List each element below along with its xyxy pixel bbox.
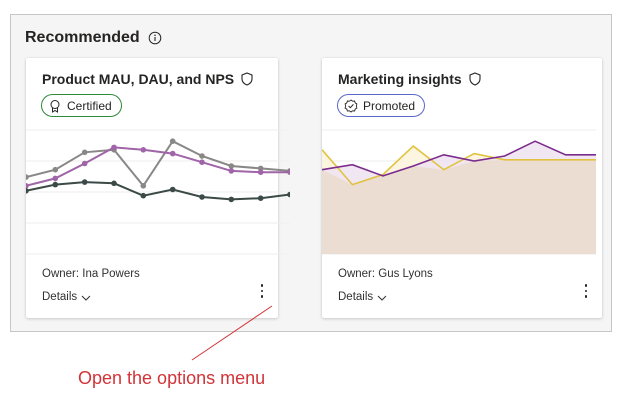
- data-point: [199, 159, 205, 165]
- info-icon[interactable]: [148, 31, 162, 45]
- data-point: [111, 144, 117, 151]
- more-options-icon: [260, 284, 264, 287]
- owner-label: Owner: Ina Powers: [42, 268, 140, 280]
- data-point: [81, 149, 88, 156]
- owner-label: Owner: Gus Lyons: [338, 268, 433, 280]
- data-point: [228, 168, 235, 174]
- details-label: Details: [338, 291, 374, 303]
- data-point: [287, 191, 290, 198]
- recommended-panel: Recommended Product MAU, DAU, and NPS Ce…: [10, 14, 612, 332]
- data-point: [52, 175, 59, 182]
- line-chart: [26, 129, 290, 255]
- chevron-down-icon: [81, 293, 91, 301]
- report-card-marketing-insights[interactable]: Marketing insights Promoted Owner: Gus L…: [322, 58, 602, 318]
- shield-icon: [469, 72, 481, 86]
- more-options-icon: [260, 289, 264, 293]
- check-badge-icon: [344, 98, 358, 113]
- more-options-button[interactable]: [254, 280, 270, 302]
- data-point: [52, 166, 59, 173]
- more-options-button[interactable]: [578, 280, 594, 302]
- more-options-icon: [260, 295, 264, 298]
- more-options-icon: [584, 289, 588, 293]
- data-point: [228, 196, 235, 203]
- data-point: [140, 192, 147, 199]
- more-options-icon: [584, 295, 588, 298]
- report-card-product-mau[interactable]: Product MAU, DAU, and NPS Certified Owne…: [26, 58, 290, 318]
- data-point: [169, 138, 176, 144]
- card-title-row: Marketing insights: [338, 71, 481, 87]
- data-point: [140, 183, 147, 189]
- chevron-down-icon: [377, 293, 387, 301]
- certified-badge: Certified: [41, 94, 122, 117]
- card-title-row: Product MAU, DAU, and NPS: [42, 71, 253, 87]
- data-point: [257, 169, 264, 175]
- ribbon-icon: [48, 99, 62, 113]
- details-toggle[interactable]: Details: [42, 291, 91, 303]
- panel-header: Recommended: [25, 29, 162, 47]
- callout-label: Open the options menu: [78, 368, 266, 388]
- data-point: [140, 147, 147, 153]
- data-point: [228, 163, 235, 169]
- shield-icon: [241, 72, 253, 86]
- data-point: [199, 194, 205, 200]
- data-point: [199, 153, 205, 159]
- badge-label: Promoted: [363, 98, 416, 113]
- data-point: [111, 180, 117, 187]
- data-point: [169, 150, 176, 157]
- promoted-badge: Promoted: [337, 94, 426, 117]
- data-point: [169, 186, 176, 193]
- series-line-2: [26, 181, 290, 201]
- panel-title: Recommended: [25, 29, 140, 46]
- data-point: [26, 183, 29, 189]
- card-title[interactable]: Product MAU, DAU, and NPS: [42, 71, 234, 87]
- data-point: [81, 160, 88, 167]
- series-line-0: [26, 139, 290, 188]
- data-point: [81, 179, 88, 185]
- details-toggle[interactable]: Details: [338, 291, 387, 303]
- card-title[interactable]: Marketing insights: [338, 71, 462, 87]
- more-options-icon: [584, 284, 588, 287]
- details-label: Details: [42, 291, 78, 303]
- data-point: [26, 188, 29, 194]
- data-point: [26, 174, 29, 180]
- badge-label: Certified: [67, 98, 112, 113]
- area-chart: [322, 129, 596, 255]
- data-point: [52, 181, 59, 188]
- data-point: [257, 195, 264, 201]
